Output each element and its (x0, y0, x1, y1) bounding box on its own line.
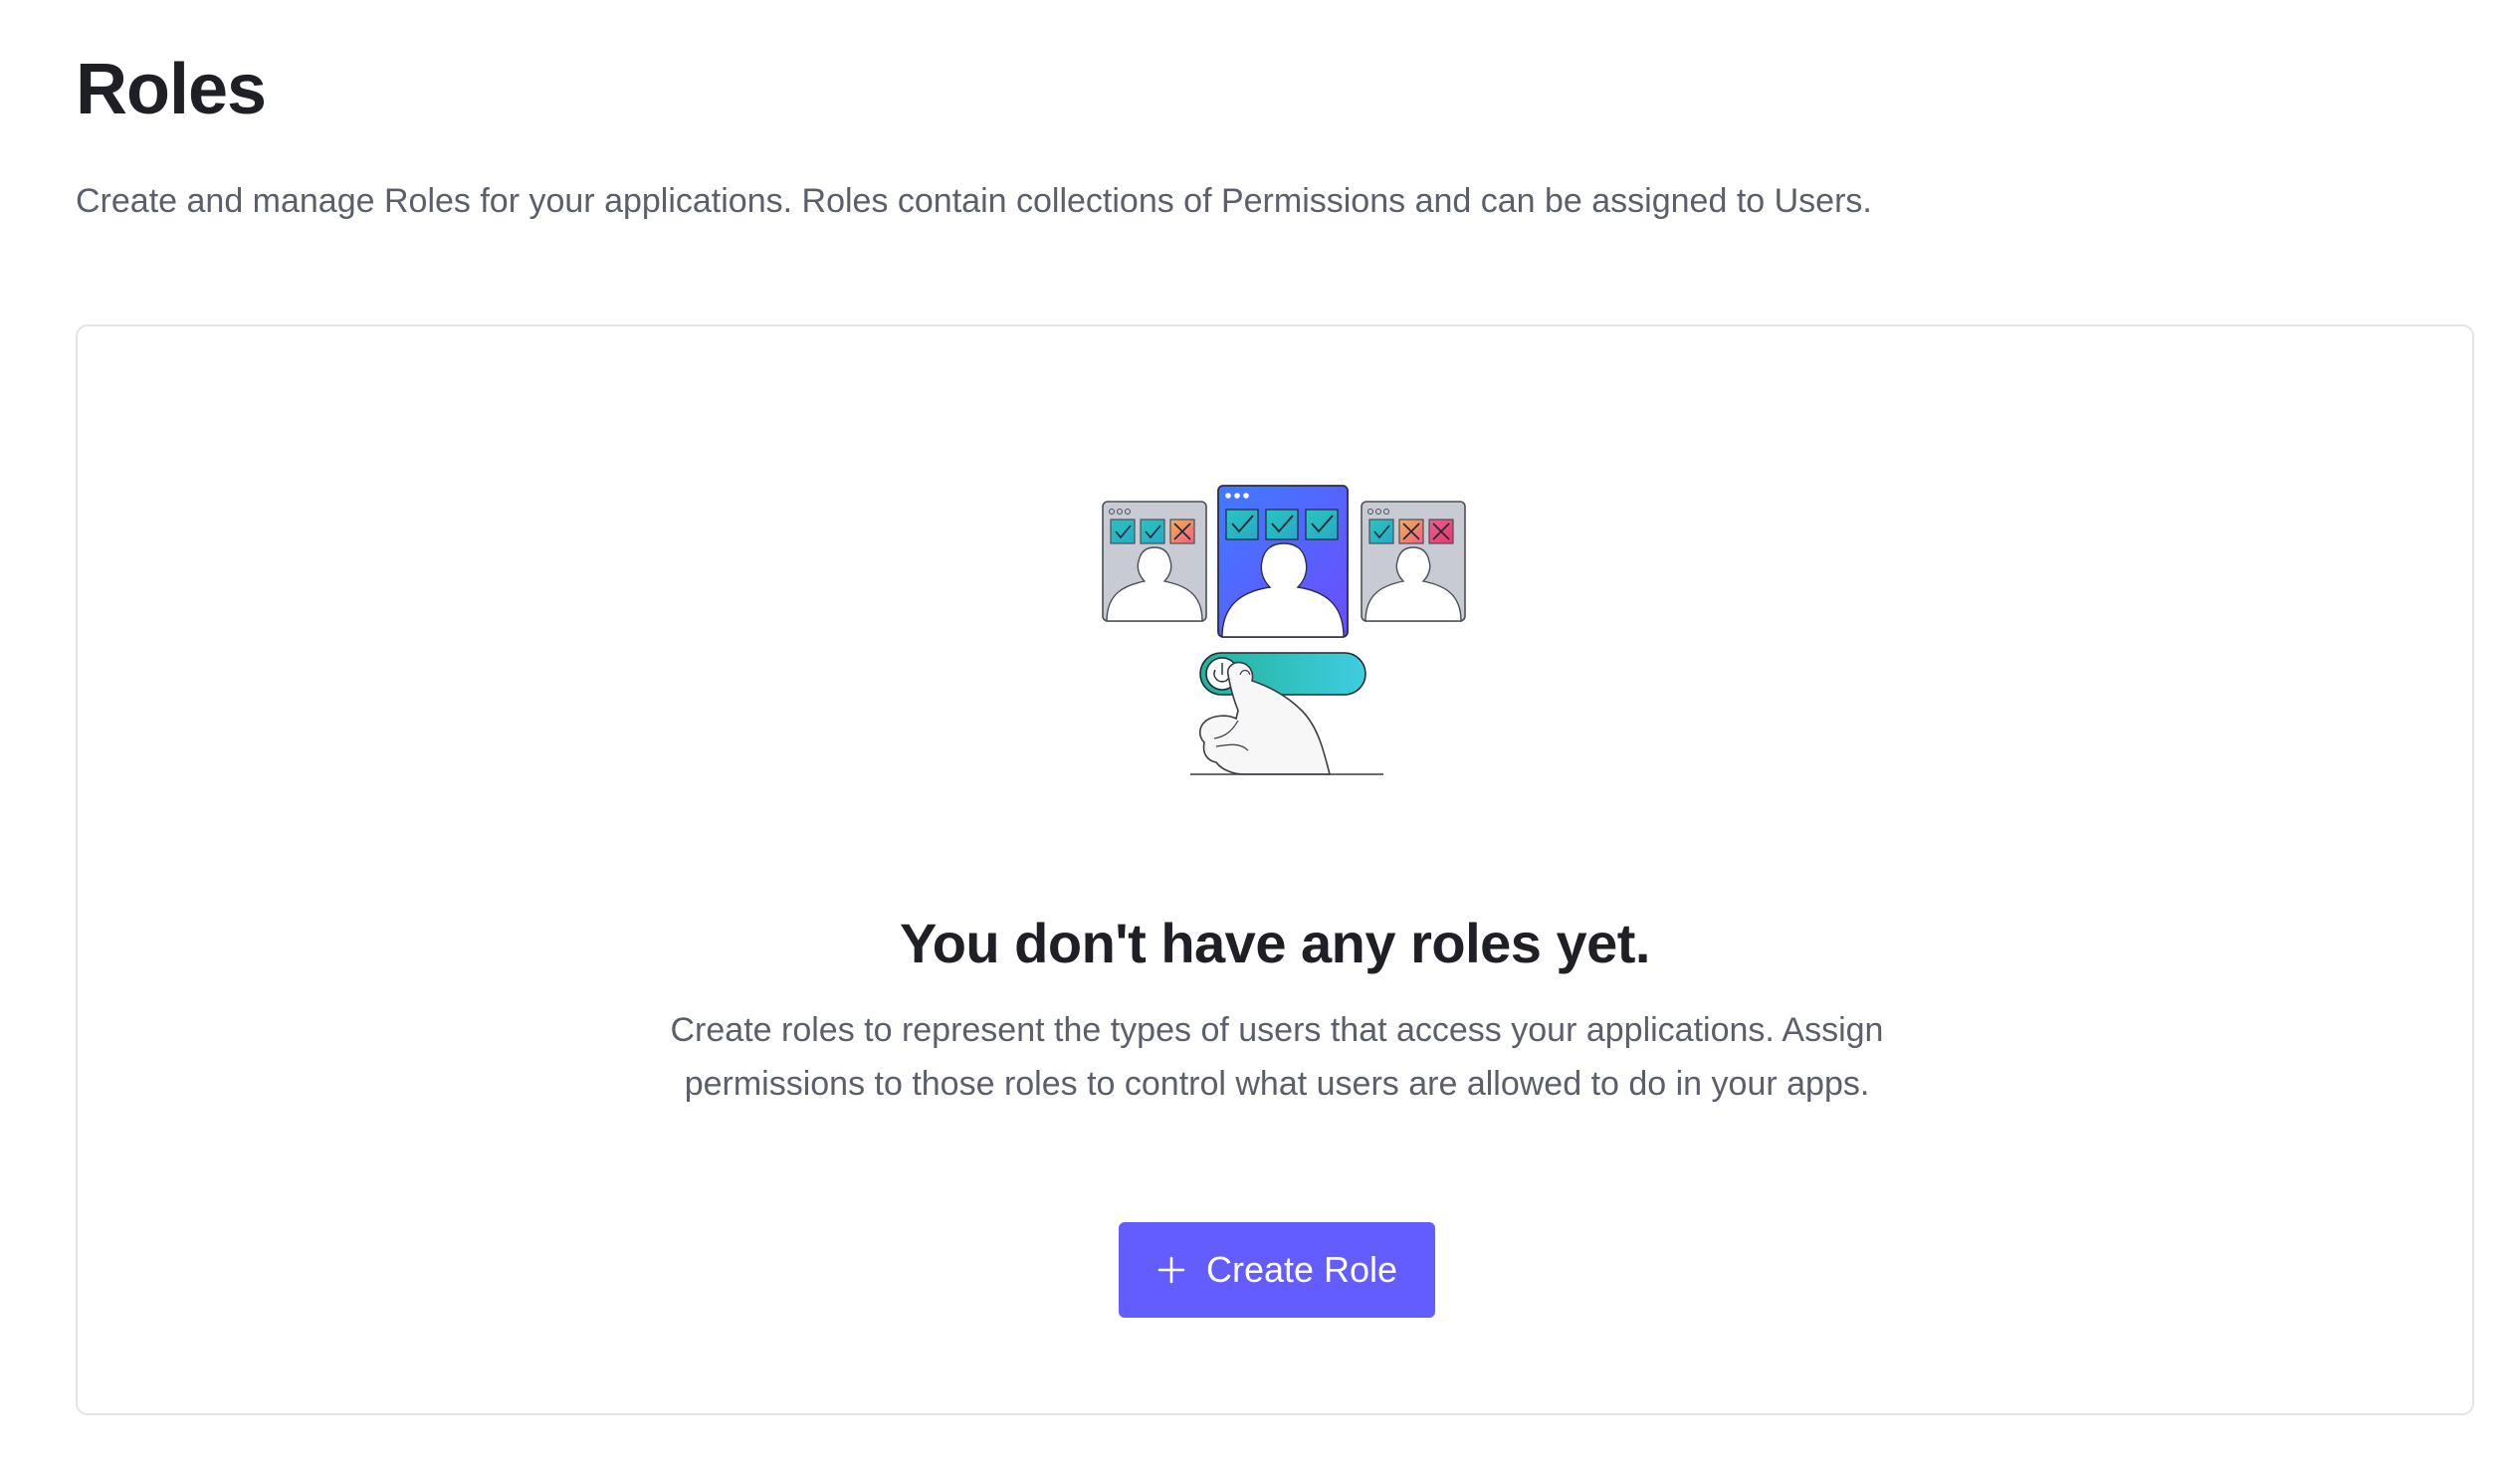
user-card-left (1102, 501, 1207, 622)
create-role-label: Create Role (1205, 1249, 1398, 1290)
page-description: Create and manage Roles for your applica… (76, 182, 1872, 220)
roles-page: Roles Create and manage Roles for your a… (76, 0, 2476, 1467)
empty-state-title: You don't have any roles yet. (900, 912, 1650, 974)
empty-state-description: Create roles to represent the types of u… (670, 1011, 1884, 1103)
user-card-center (1217, 485, 1349, 638)
roles-illustration (1102, 485, 1466, 775)
create-role-button[interactable]: Create Role (1119, 1222, 1435, 1318)
plus-icon (1157, 1256, 1185, 1284)
user-card-right (1361, 501, 1466, 622)
toggle-switch (1199, 652, 1366, 696)
empty-state-card: You don't have any roles yet. Create rol… (76, 324, 2474, 1415)
page-title: Roles (76, 50, 267, 129)
